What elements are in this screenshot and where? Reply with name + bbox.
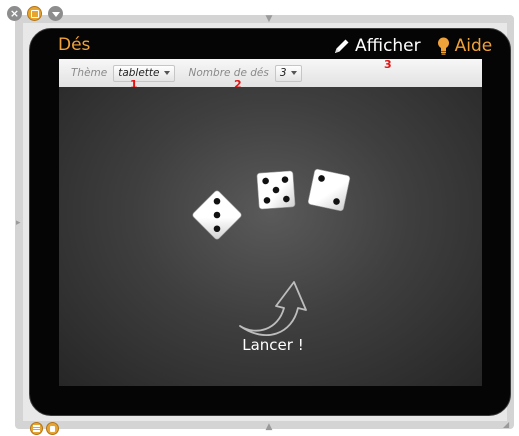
help-button[interactable]: Aide [437,36,493,56]
marker-3: 3 [384,58,392,71]
chevron-down-icon [290,71,297,75]
app-title: Dés [58,35,91,55]
curved-arrow-icon [239,281,307,336]
minimize-icon[interactable] [48,6,63,21]
lightbulb-icon [437,37,449,55]
options-toolbar: Thème tablette Nombre de dés 3 [59,59,482,87]
header-actions: Afficher Aide [334,35,492,57]
settings-list-icon[interactable] [30,422,43,435]
top-resize-grip[interactable]: ▼ [262,14,276,24]
dice-count-select[interactable]: 3 [274,64,302,82]
left-resize-grip[interactable]: ▸ [16,216,24,230]
duplicate-icon[interactable] [27,6,42,21]
show-label: Afficher [355,36,421,56]
dice-count-label: Nombre de dés [188,67,269,79]
corner-resize-icon[interactable]: ◢ [503,420,513,430]
note-icon[interactable] [46,422,59,435]
die-face [307,168,351,212]
show-button[interactable]: Afficher [334,36,421,56]
die-3[interactable] [307,168,351,212]
die-2[interactable] [256,170,296,210]
theme-select[interactable]: tablette [113,64,175,82]
bottom-resize-grip[interactable]: ▲ [262,422,276,432]
chevron-down-icon [163,71,170,75]
roll-label[interactable]: Lancer ! [228,336,318,354]
theme-label: Thème [71,67,108,79]
dice-group[interactable] [180,160,370,250]
pencil-icon [335,39,349,53]
help-label: Aide [454,36,493,56]
dice-count-value: 3 [279,67,287,79]
die-1[interactable] [192,190,243,241]
theme-value: tablette [118,67,160,79]
close-icon[interactable]: × [7,6,22,21]
